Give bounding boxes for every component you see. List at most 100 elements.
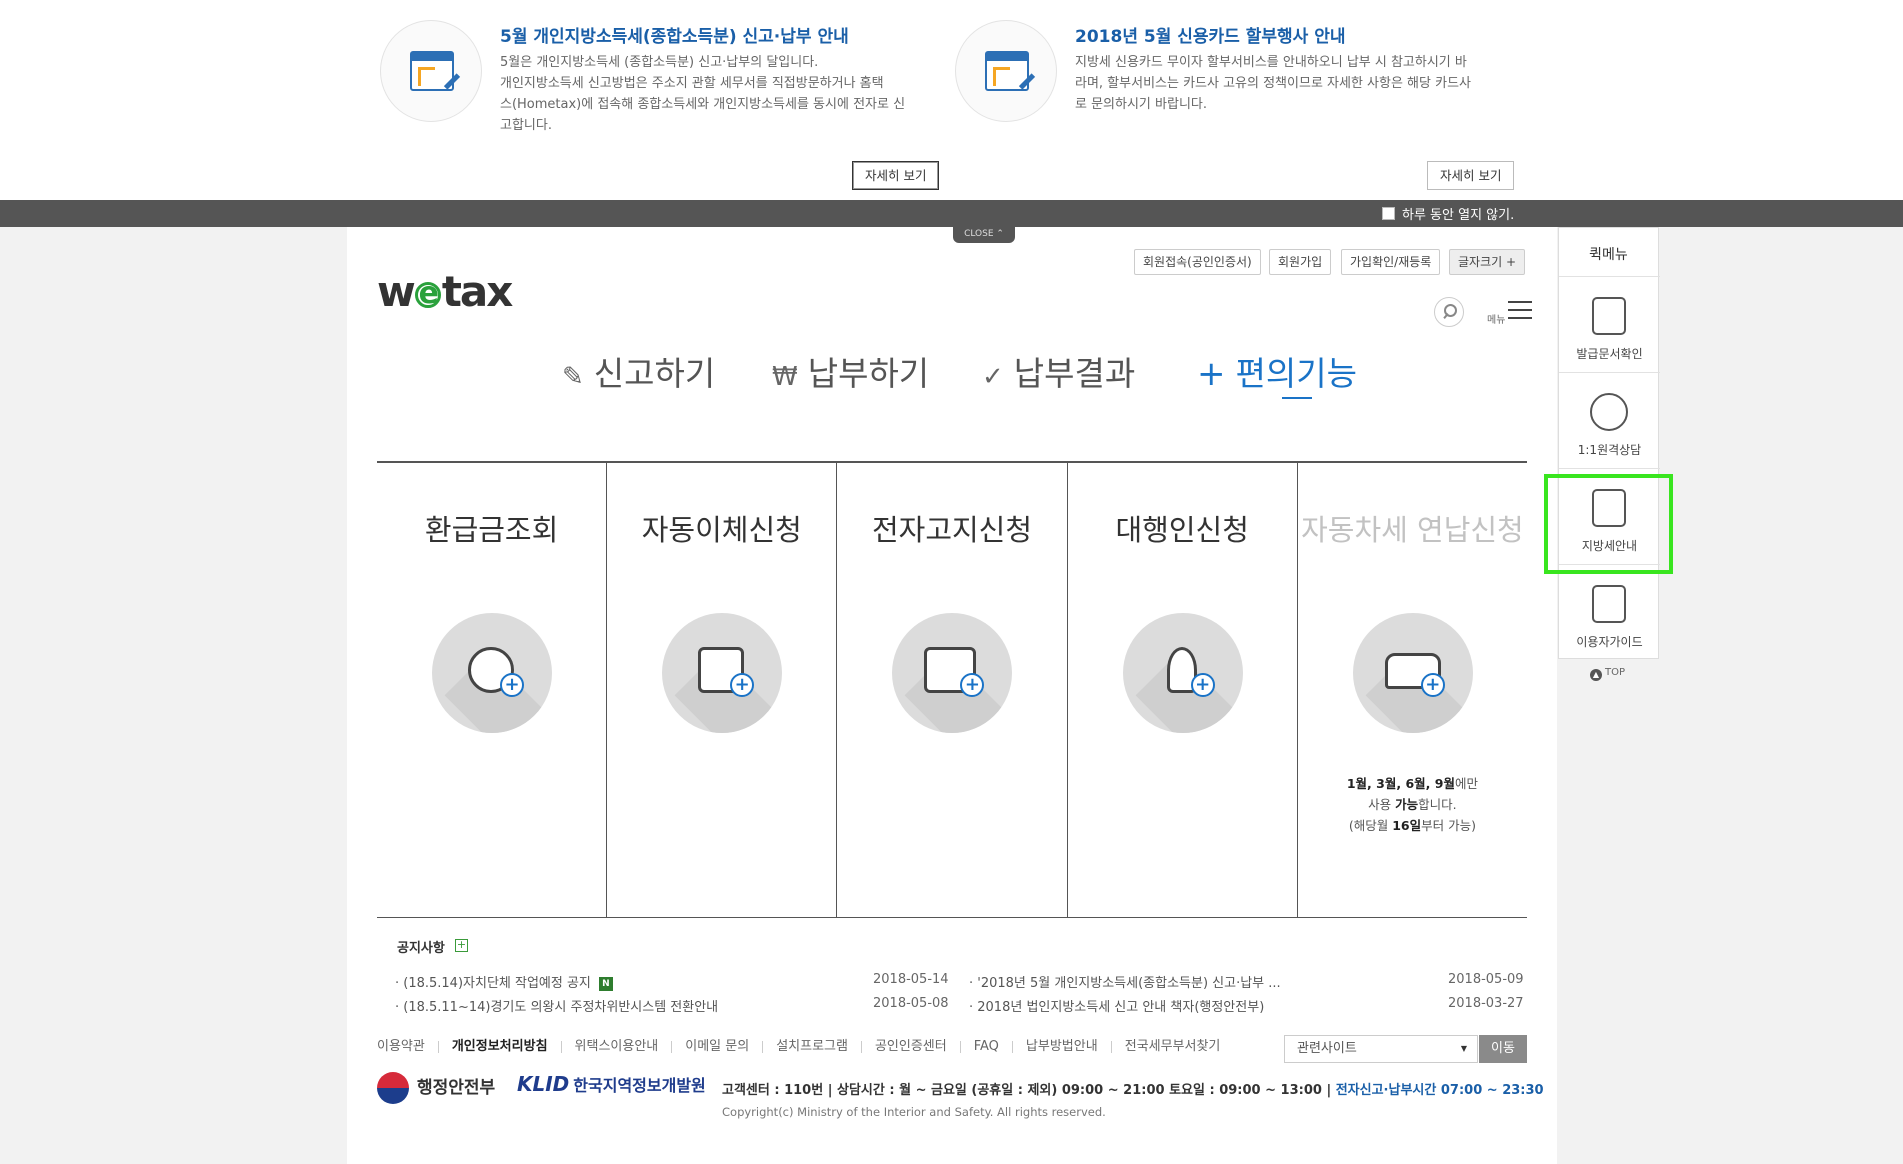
related-sites-select[interactable]: 관련사이트 ▼	[1284, 1035, 1478, 1063]
quick-item-user-guide[interactable]: 이용자가이드	[1559, 564, 1660, 660]
notice-date: 2018-05-14	[873, 972, 949, 987]
ministry-logo[interactable]: 행정안전부	[377, 1072, 495, 1108]
notice-item[interactable]: · (18.5.11~14)경기도 의왕시 주정차위반시스템 전환안내	[395, 996, 718, 1015]
notice-line: 개인지방소득세 신고방법은 주소지 관할 세무서를 직접방문하거나 홈택	[500, 76, 884, 91]
klid-name: 한국지역정보개발원	[573, 1076, 706, 1095]
note-text: 1월, 3월, 6월, 9월	[1346, 776, 1455, 791]
ministry-name: 행정안전부	[417, 1078, 496, 1098]
card-refund-inquiry[interactable]: 환급금조회 +	[377, 463, 608, 917]
contact-info: 고객센터 : 110번 | 상담시간 : 월 ~ 금요일 (공휴일 : 제외) …	[722, 1079, 1544, 1098]
notice-date: 2018-05-09	[1448, 972, 1524, 987]
highlight-box	[1544, 474, 1673, 574]
feature-cards: 환급금조회 + 자동이체신청 + 전자고지신청 + 대행인신청 + 자동차세 연…	[377, 461, 1527, 918]
car-tax-note: 1월, 3월, 6월, 9월에만 사용 가능합니다. (해당월 16일부터 가능…	[1298, 773, 1527, 836]
chevron-up-icon: ▲	[1590, 669, 1602, 681]
dont-show-today-checkbox[interactable]	[1382, 207, 1395, 220]
note-text: 가능	[1395, 797, 1419, 812]
nav-report[interactable]: ✎ 신고하기	[562, 347, 715, 397]
verify-reregister-button[interactable]: 가입확인/재등록	[1341, 249, 1441, 275]
quick-menu-title: 퀵메뉴	[1589, 247, 1628, 263]
document-icon	[955, 20, 1057, 122]
menu-button[interactable]: 메뉴	[1487, 299, 1532, 326]
quick-item-remote-support[interactable]: 1:1원격상담	[1559, 372, 1660, 468]
notice-title: 2018년 5월 신용카드 할부행사 안내	[1075, 27, 1346, 47]
footer-link-tax-office[interactable]: 전국세무부서찾기	[1110, 1040, 1234, 1053]
won-icon: ₩	[772, 362, 798, 392]
notice-item-text: · (18.5.14)자치단체 작업예정 공지	[395, 976, 591, 991]
go-button[interactable]: 이동	[1479, 1035, 1527, 1063]
card-auto-transfer[interactable]: 자동이체신청 +	[607, 463, 838, 917]
nav-convenience[interactable]: + 편의기능	[1197, 347, 1357, 397]
nav-pay[interactable]: ₩ 납부하기	[772, 347, 929, 397]
top-label: TOP	[1605, 667, 1626, 678]
footer-link-faq[interactable]: FAQ	[959, 1040, 1012, 1053]
footer-link-payment[interactable]: 납부방법안내	[1011, 1040, 1111, 1053]
card-e-notice[interactable]: 전자고지신청 +	[837, 463, 1068, 917]
guide-book-icon	[1592, 585, 1626, 623]
notice-item[interactable]: · (18.5.14)자치단체 작업예정 공지 N	[395, 972, 613, 991]
note-text: 16일	[1392, 818, 1422, 833]
footer-link-privacy[interactable]: 개인정보처리방침	[437, 1040, 561, 1053]
popup-bar: 하루 동안 열지 않기.	[0, 200, 1903, 227]
card-car-tax-annual[interactable]: 자동차세 연납신청 + 1월, 3월, 6월, 9월에만 사용 가능합니다. (…	[1298, 463, 1527, 917]
plus-icon: +	[1197, 354, 1226, 394]
footer-link-cert[interactable]: 공인인증센터	[860, 1040, 960, 1053]
dont-show-today-label[interactable]: 하루 동안 열지 않기.	[1402, 204, 1514, 223]
klid-mark: KLID	[517, 1072, 570, 1096]
note-text: 사용	[1368, 797, 1396, 812]
select-value: 관련사이트	[1297, 1041, 1357, 1056]
document-icon	[380, 20, 482, 122]
taegeuk-icon	[377, 1072, 409, 1104]
scroll-top-button[interactable]: ▲ TOP	[1590, 667, 1625, 681]
card-agent-request[interactable]: 대행인신청 +	[1068, 463, 1298, 917]
caret-down-icon: ▼	[1460, 1044, 1467, 1053]
notice-line: 스(Hometax)에 접속해 종합소득세와 개인지방소득세를 동시에 전자로 …	[500, 97, 906, 112]
font-size-button[interactable]: 글자크기 +	[1449, 249, 1526, 275]
note-text: 에만	[1454, 776, 1478, 791]
menu-label: 메뉴	[1487, 315, 1506, 326]
logo-text: w	[377, 267, 416, 316]
search-icon[interactable]	[1434, 297, 1464, 327]
notice-item[interactable]: · '2018년 5월 개인지방소득세(종합소득분) 신고·납부 ...	[969, 972, 1281, 991]
active-nav-underline	[1282, 397, 1312, 399]
logo-text: tax	[441, 267, 514, 316]
wetax-logo[interactable]: w e tax	[377, 267, 514, 316]
more-button[interactable]: 자세히 보기	[852, 161, 940, 190]
notice-line: 5월은 개인지방소득세 (종합소득분) 신고·납부의 달입니다.	[500, 55, 819, 70]
klid-logo[interactable]: KLID 한국지역정보개발원	[517, 1072, 706, 1096]
footer-links: 이용약관 개인정보처리방침 위택스이용안내 이메일 문의 설치프로그램 공인인증센터 FAQ…	[377, 1039, 1233, 1054]
card-title: 자동이체신청	[641, 513, 802, 547]
note-text: (해당월	[1348, 818, 1393, 833]
headset-icon	[1590, 393, 1628, 431]
more-button[interactable]: 자세히 보기	[1427, 161, 1515, 190]
notice-popup: 5월 개인지방소득세(종합소득분) 신고·납부 안내 5월은 개인지방소득세 (…	[0, 0, 1903, 200]
e-filing-hours: 전자신고·납부시간 07:00 ~ 23:30	[1335, 1083, 1544, 1098]
notice-more-icon[interactable]: +	[455, 939, 468, 952]
notice-item[interactable]: · 2018년 법인지방소득세 신고 안내 책자(행정안전부)	[969, 996, 1264, 1015]
footer-link-install[interactable]: 설치프로그램	[762, 1040, 861, 1053]
auto-transfer-icon: +	[662, 613, 783, 733]
notice-line: 로 문의하시기 바랍니다.	[1075, 97, 1207, 112]
agent-icon: +	[1122, 613, 1243, 733]
signup-button[interactable]: 회원가입	[1269, 249, 1332, 275]
check-icon: ✓	[982, 362, 1004, 392]
quick-item-document-check[interactable]: 발급문서확인	[1559, 276, 1660, 372]
quick-item-label: 발급문서확인	[1576, 347, 1643, 361]
notice-line: 고합니다.	[500, 118, 552, 133]
hamburger-icon	[1508, 301, 1532, 319]
footer-link-email[interactable]: 이메일 문의	[671, 1040, 762, 1053]
notice-date: 2018-03-27	[1448, 996, 1524, 1011]
printer-icon	[1592, 297, 1626, 335]
footer-link-terms[interactable]: 이용약관	[377, 1040, 438, 1053]
nav-result[interactable]: ✓ 납부결과	[982, 347, 1135, 397]
nav-label: 신고하기	[593, 354, 716, 393]
card-title: 환급금조회	[424, 513, 559, 547]
pencil-icon: ✎	[562, 362, 584, 392]
footer-link-guide[interactable]: 위택스이용안내	[560, 1040, 672, 1053]
popup-close-button[interactable]: CLOSE ⌃	[953, 227, 1015, 243]
notice-line: 라며, 할부서비스는 카드사 고유의 정책이므로 자세한 사항은 해당 카드사	[1075, 76, 1471, 91]
nav-label: 납부결과	[1013, 354, 1136, 393]
login-certificate-button[interactable]: 회원접속(공인인증서)	[1134, 249, 1261, 275]
logo-e: e	[414, 278, 441, 308]
notice-body: 지방세 신용카드 무이자 할부서비스를 안내하오니 납부 시 참고하시기 바 라…	[1075, 52, 1515, 115]
